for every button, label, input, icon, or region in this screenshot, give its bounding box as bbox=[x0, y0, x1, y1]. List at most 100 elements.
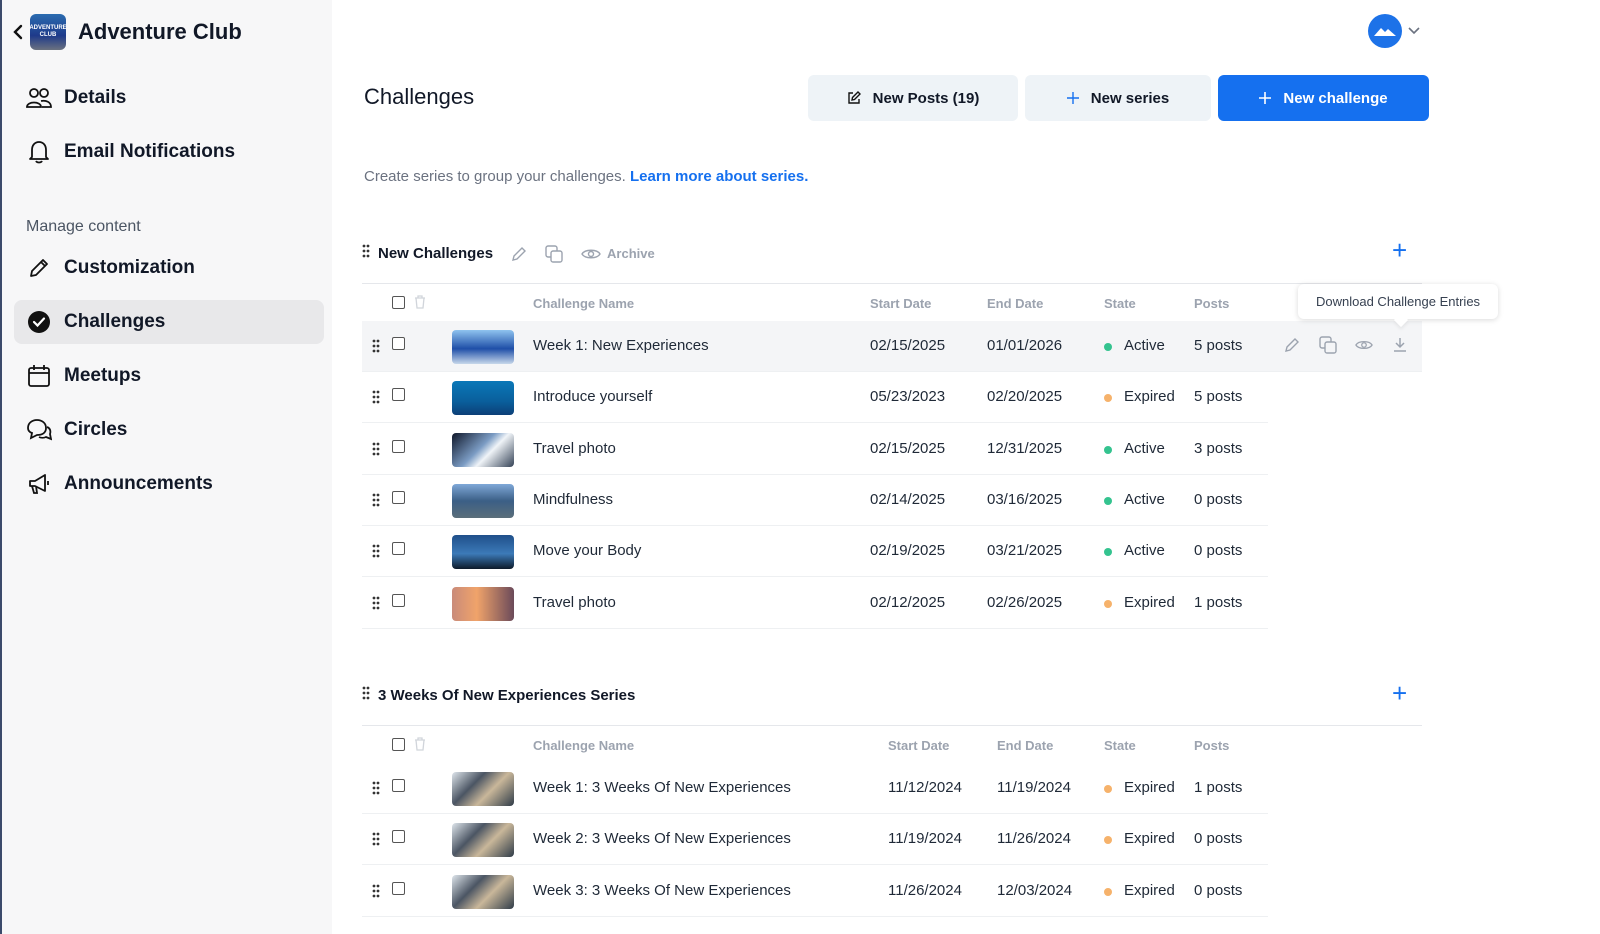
chat-bubbles-icon bbox=[26, 417, 52, 443]
row-checkbox[interactable] bbox=[392, 388, 405, 402]
trash-icon[interactable] bbox=[414, 737, 426, 754]
drag-handle-icon[interactable] bbox=[362, 686, 370, 705]
end-date: 03/21/2025 bbox=[987, 542, 1063, 560]
table-row[interactable]: Week 1: New Experiences 02/15/2025 01/01… bbox=[362, 321, 1422, 372]
start-date: 11/26/2024 bbox=[888, 881, 962, 899]
drag-handle-icon[interactable] bbox=[372, 596, 380, 614]
drag-handle-icon[interactable] bbox=[372, 884, 380, 902]
row-checkbox[interactable] bbox=[392, 490, 405, 504]
posts-count: 0 posts bbox=[1194, 881, 1243, 899]
group-header-series: 3 Weeks Of New Experiences Series bbox=[362, 686, 635, 705]
sidebar-item-circles[interactable]: Circles bbox=[14, 408, 324, 452]
state-dot bbox=[1104, 887, 1112, 896]
pencil-icon[interactable] bbox=[511, 246, 527, 262]
select-all-checkbox[interactable] bbox=[392, 738, 405, 751]
challenge-name[interactable]: Week 1: 3 Weeks Of New Experiences bbox=[533, 779, 791, 796]
add-challenge-to-group-button[interactable]: + bbox=[1392, 237, 1407, 263]
drag-handle-icon[interactable] bbox=[372, 390, 380, 408]
new-posts-button[interactable]: New Posts (19) bbox=[808, 75, 1018, 121]
sidebar-item-label: Announcements bbox=[64, 473, 213, 494]
sidebar-item-email-notifications[interactable]: Email Notifications bbox=[14, 130, 324, 174]
table-row[interactable]: Week 1: 3 Weeks Of New Experiences 11/12… bbox=[362, 763, 1268, 814]
eye-icon bbox=[581, 249, 601, 258]
table-row[interactable]: Travel photo 02/15/2025 12/31/2025 Activ… bbox=[362, 424, 1268, 475]
sidebar-item-label: Customization bbox=[64, 257, 195, 278]
end-date: 03/16/2025 bbox=[987, 490, 1063, 508]
posts-count: 1 posts bbox=[1194, 593, 1243, 611]
challenge-name[interactable]: Mindfulness bbox=[533, 491, 613, 508]
drag-handle-icon[interactable] bbox=[372, 781, 380, 799]
section-label-manage-content: Manage content bbox=[26, 218, 141, 235]
end-date: 12/03/2024 bbox=[997, 881, 1073, 899]
posts-count: 0 posts bbox=[1194, 830, 1243, 848]
download-icon[interactable] bbox=[1390, 335, 1410, 355]
new-series-button[interactable]: New series bbox=[1025, 75, 1211, 121]
sidebar-item-customization[interactable]: Customization bbox=[14, 246, 324, 290]
challenge-name[interactable]: Travel photo bbox=[533, 594, 616, 611]
sidebar-item-details[interactable]: Details bbox=[14, 76, 324, 120]
row-checkbox[interactable] bbox=[392, 779, 405, 792]
challenge-name[interactable]: Week 1: New Experiences bbox=[533, 337, 709, 354]
row-checkbox[interactable] bbox=[392, 439, 405, 453]
row-checkbox[interactable] bbox=[392, 593, 405, 607]
select-all-checkbox[interactable] bbox=[392, 296, 405, 309]
start-date: 02/19/2025 bbox=[870, 542, 946, 560]
table-row[interactable]: Mindfulness 02/14/2025 03/16/2025 Active… bbox=[362, 475, 1268, 526]
col-start-date: Start Date bbox=[870, 296, 932, 311]
trash-icon[interactable] bbox=[414, 295, 426, 312]
learn-more-series-link[interactable]: Learn more about series. bbox=[630, 168, 808, 185]
challenge-thumbnail bbox=[452, 772, 514, 806]
plus-icon bbox=[1066, 92, 1079, 104]
new-challenge-button[interactable]: New challenge bbox=[1218, 75, 1429, 121]
challenge-name[interactable]: Week 2: 3 Weeks Of New Experiences bbox=[533, 830, 791, 847]
archive-button[interactable]: Archive bbox=[581, 246, 655, 261]
drag-handle-icon[interactable] bbox=[372, 544, 380, 562]
start-date: 02/15/2025 bbox=[870, 439, 946, 457]
eye-icon[interactable] bbox=[1354, 335, 1374, 355]
user-avatar[interactable] bbox=[1368, 14, 1402, 48]
posts-count: 5 posts bbox=[1194, 388, 1243, 406]
row-checkbox[interactable] bbox=[392, 881, 405, 895]
drag-handle-icon[interactable] bbox=[372, 442, 380, 460]
state-dot bbox=[1104, 394, 1112, 403]
pencil-icon[interactable] bbox=[1282, 335, 1302, 355]
state-text: Active bbox=[1124, 337, 1165, 354]
chevron-down-icon[interactable] bbox=[1408, 22, 1420, 40]
back-chevron-icon[interactable] bbox=[10, 22, 26, 42]
col-challenge-name: Challenge Name bbox=[533, 296, 635, 311]
table-row[interactable]: Travel photo 02/12/2025 02/26/2025 Expir… bbox=[362, 578, 1268, 629]
sidebar: ADVENTURE CLUB Adventure Club Details Em… bbox=[0, 0, 332, 934]
row-checkbox[interactable] bbox=[392, 830, 405, 844]
state-dot bbox=[1104, 496, 1112, 505]
state-text: Active bbox=[1124, 490, 1165, 508]
new-challenge-label: New challenge bbox=[1283, 89, 1388, 107]
table-row[interactable]: Week 2: 3 Weeks Of New Experiences 11/19… bbox=[362, 814, 1268, 866]
row-actions bbox=[1282, 335, 1410, 355]
drag-handle-icon[interactable] bbox=[372, 339, 380, 357]
drag-handle-icon[interactable] bbox=[372, 832, 380, 850]
sidebar-item-challenges[interactable]: Challenges bbox=[14, 300, 324, 344]
challenge-name[interactable]: Week 3: 3 Weeks Of New Experiences bbox=[533, 882, 791, 899]
sidebar-item-announcements[interactable]: Announcements bbox=[14, 462, 324, 506]
row-checkbox[interactable] bbox=[392, 337, 405, 350]
posts-count: 0 posts bbox=[1194, 542, 1243, 560]
challenge-thumbnail bbox=[452, 432, 514, 467]
state-text: Expired bbox=[1124, 388, 1175, 406]
challenge-name[interactable]: Move your Body bbox=[533, 542, 641, 559]
sidebar-item-meetups[interactable]: Meetups bbox=[14, 354, 324, 398]
drag-handle-icon[interactable] bbox=[362, 244, 370, 263]
add-challenge-to-series-button[interactable]: + bbox=[1392, 680, 1407, 706]
duplicate-icon[interactable] bbox=[545, 244, 563, 263]
state-dot bbox=[1104, 548, 1112, 557]
table-row[interactable]: Week 3: 3 Weeks Of New Experiences 11/26… bbox=[362, 866, 1268, 917]
drag-handle-icon[interactable] bbox=[372, 493, 380, 511]
table-row[interactable]: Introduce yourself 05/23/2023 02/20/2025… bbox=[362, 372, 1268, 424]
challenge-name[interactable]: Introduce yourself bbox=[533, 388, 652, 405]
table-row[interactable]: Move your Body 02/19/2025 03/21/2025 Act… bbox=[362, 526, 1268, 578]
new-series-label: New series bbox=[1090, 89, 1170, 107]
duplicate-icon[interactable] bbox=[1318, 335, 1338, 355]
col-posts: Posts bbox=[1194, 296, 1230, 311]
challenge-name[interactable]: Travel photo bbox=[533, 440, 616, 457]
challenge-thumbnail bbox=[452, 874, 514, 909]
row-checkbox[interactable] bbox=[392, 542, 405, 556]
